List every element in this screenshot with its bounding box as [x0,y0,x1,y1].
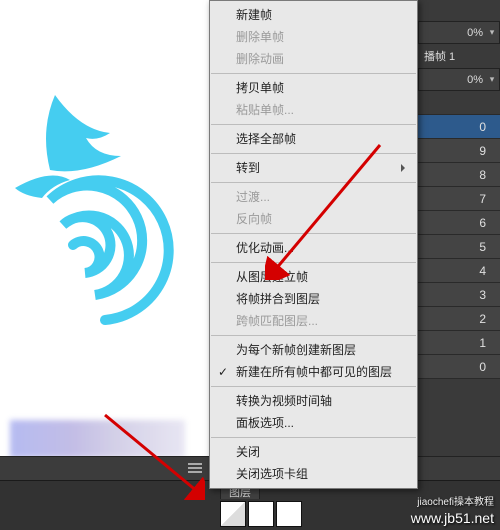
spiral-artwork [0,60,210,440]
menu-item[interactable]: 转到 [210,157,417,179]
menu-item[interactable]: 关闭 [210,441,417,463]
opacity-row[interactable]: 0%▾ [418,22,500,44]
frame-thumbnail[interactable] [276,501,302,527]
menu-item: 删除单帧 [210,26,417,48]
layer-group-label: 播帧 1 [418,44,500,69]
menu-item[interactable]: 面板选项... [210,412,417,434]
document-canvas[interactable] [0,0,210,480]
layer-row[interactable]: 1 [418,331,500,355]
watermark-text: jiaochefi操本教程 [417,493,494,508]
menu-item[interactable]: 新建在所有帧中都可见的图层 [210,361,417,383]
menu-item: 反向帧 [210,208,417,230]
menu-item[interactable]: 从图层建立帧 [210,266,417,288]
blurred-overlay [10,420,185,458]
layers-panel[interactable]: 0%▾ 播帧 1 0%▾ 09876543210 [418,0,500,530]
layer-row[interactable]: 6 [418,211,500,235]
menu-item[interactable]: 转换为视频时间轴 [210,390,417,412]
menu-item[interactable]: 优化动画... [210,237,417,259]
layer-row[interactable] [418,91,500,115]
menu-item: 过渡... [210,186,417,208]
fill-row[interactable]: 0%▾ [418,69,500,91]
layer-row[interactable]: 4 [418,259,500,283]
menu-item[interactable]: 将帧拼合到图层 [210,288,417,310]
frame-thumbnail[interactable] [248,501,274,527]
layer-row[interactable]: 8 [418,163,500,187]
timeline-flyout-menu: 新建帧删除单帧删除动画拷贝单帧粘贴单帧... 选择全部帧转到过渡...反向帧优化动… [209,0,418,489]
menu-item[interactable]: 选择全部帧 [210,128,417,150]
layer-row[interactable]: 5 [418,235,500,259]
menu-item: 粘贴单帧... [210,99,417,121]
menu-item[interactable]: 新建帧 [210,4,417,26]
menu-item: 跨帧匹配图层... [210,310,417,332]
layer-row[interactable]: 9 [418,139,500,163]
layer-row[interactable]: 0 [418,115,500,139]
fill-value: 0% [419,74,485,86]
layer-row[interactable]: 2 [418,307,500,331]
opacity-value: 0% [419,27,485,39]
layer-row[interactable]: 7 [418,187,500,211]
watermark-text: www.jb51.net [411,510,494,526]
chevron-down-icon[interactable]: ▾ [485,74,499,85]
layer-row[interactable]: 0 [418,355,500,379]
layer-row[interactable]: 3 [418,283,500,307]
chevron-down-icon[interactable]: ▾ [485,27,499,38]
frame-thumbnail[interactable] [220,501,246,527]
menu-item[interactable]: 关闭选项卡组 [210,463,417,485]
menu-item[interactable]: 拷贝单帧 [210,77,417,99]
timeline-menu-icon[interactable] [188,463,202,473]
menu-item[interactable]: 为每个新帧创建新图层 [210,339,417,361]
menu-item: 删除动画 [210,48,417,70]
